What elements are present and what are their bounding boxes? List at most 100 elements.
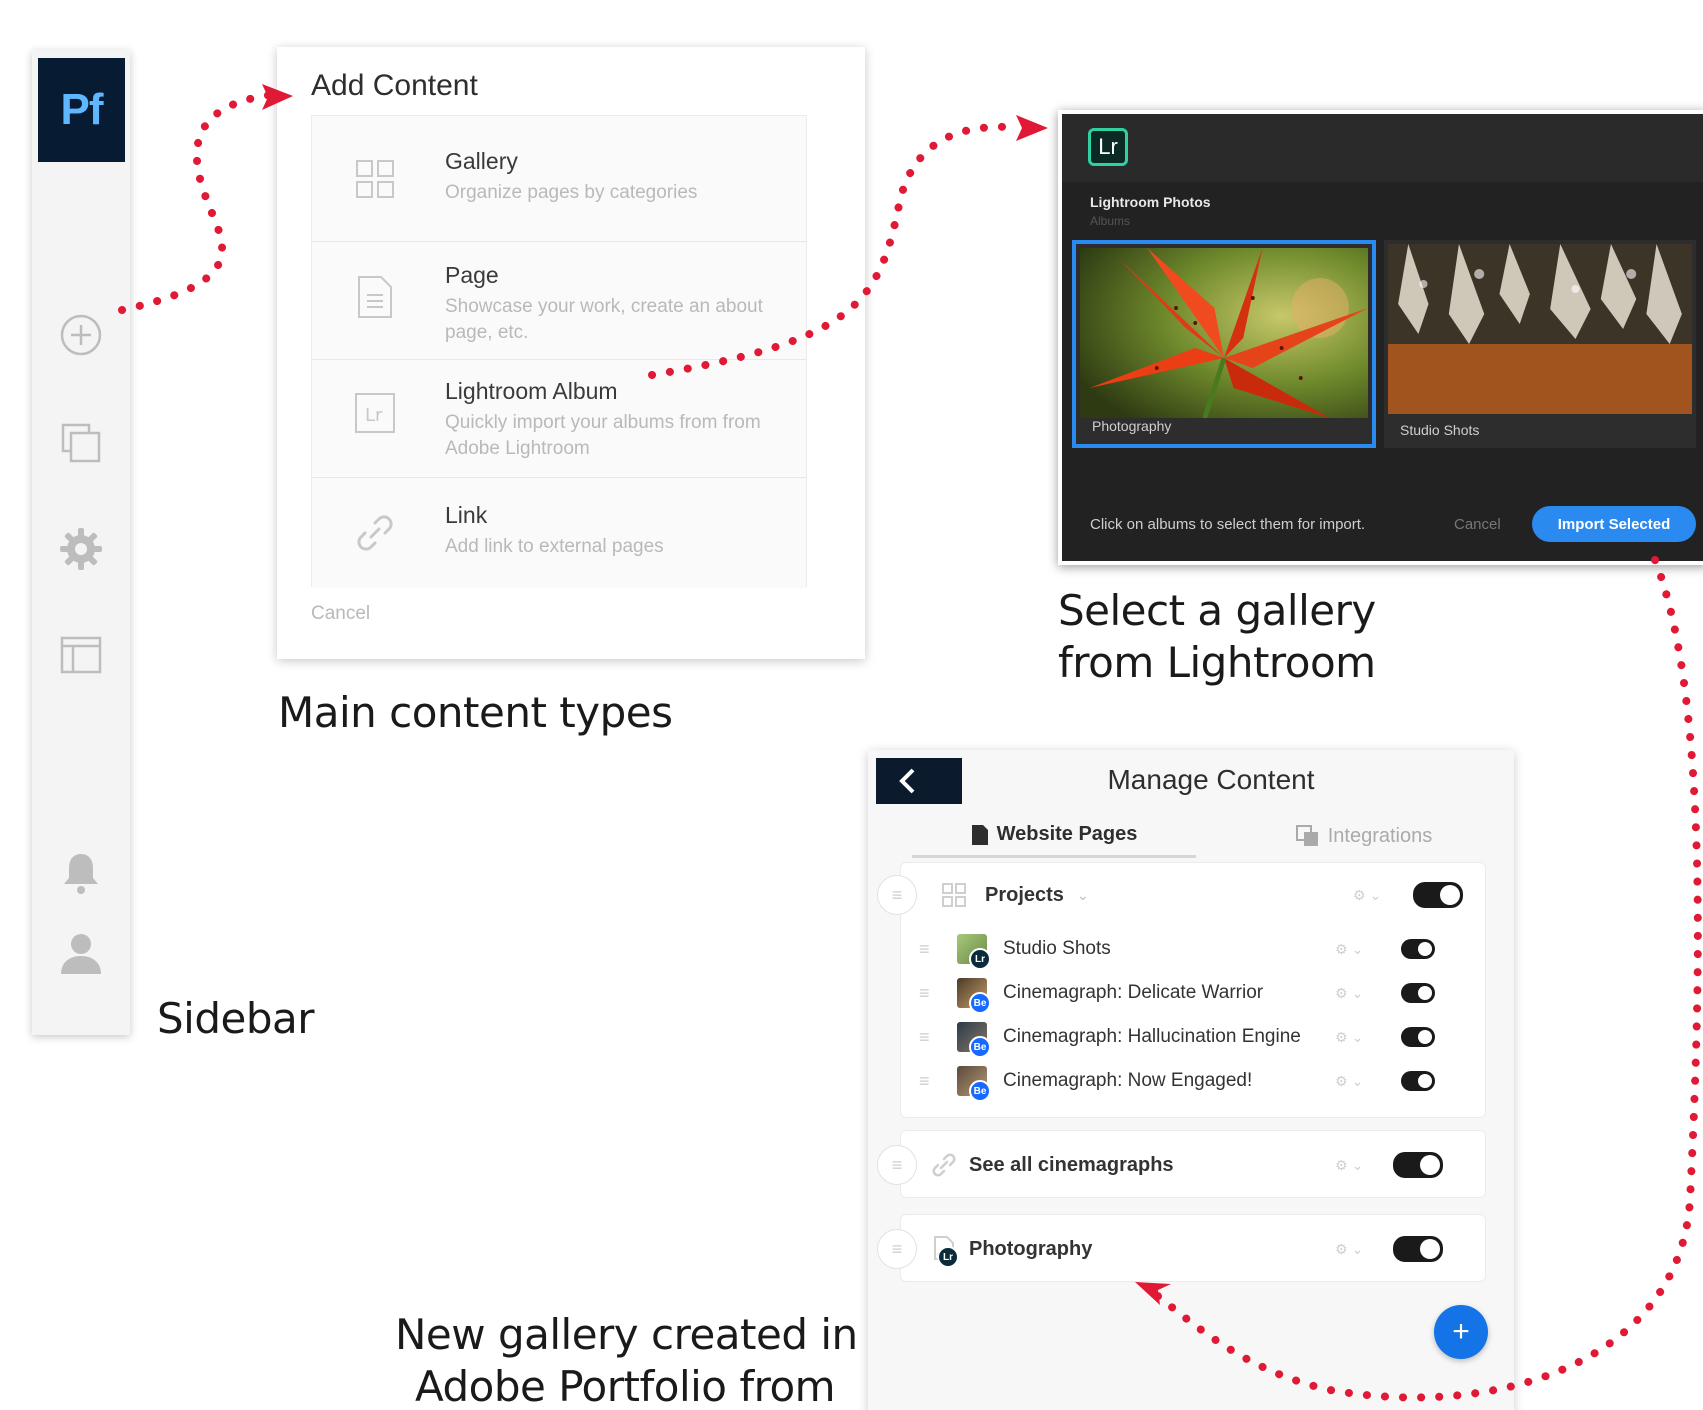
behance-badge-icon: Be: [969, 1036, 991, 1058]
behance-badge-icon: Be: [969, 1080, 991, 1102]
thumbnail: Lr: [957, 934, 991, 970]
row-label: See all cinemagraphs: [969, 1153, 1174, 1176]
chevron-down-icon[interactable]: ⌄: [1077, 887, 1089, 904]
cancel-button[interactable]: Cancel: [311, 603, 370, 625]
gear-icon[interactable]: ⚙ ⌄: [1335, 1157, 1363, 1174]
thumbnail: Be: [957, 1022, 991, 1058]
lightroom-badge-icon: Lr: [969, 948, 991, 970]
list-item[interactable]: ≡ Be Cinemagraph: Hallucination Engine ⚙…: [901, 1015, 1485, 1059]
add-button[interactable]: +: [1434, 1305, 1488, 1359]
list-item[interactable]: ≡ Be Cinemagraph: Now Engaged! ⚙ ⌄: [901, 1059, 1485, 1103]
caption-select-gallery-line1: Select a gallery: [1058, 586, 1376, 635]
portfolio-logo: Pf: [38, 58, 125, 162]
item-title: Link: [445, 502, 488, 528]
content-type-gallery[interactable]: Gallery Organize pages by categories: [312, 116, 806, 242]
item-title: Page: [445, 262, 499, 288]
lightroom-icon: Lr: [352, 390, 398, 436]
import-selected-button[interactable]: Import Selected: [1532, 506, 1696, 542]
gear-icon[interactable]: ⚙ ⌄: [1335, 985, 1363, 1002]
gear-icon[interactable]: ⚙ ⌄: [1335, 1241, 1363, 1258]
lightroom-title: Lightroom Photos: [1090, 194, 1211, 210]
visibility-toggle[interactable]: [1401, 1027, 1435, 1047]
item-title: Gallery: [445, 148, 518, 174]
gear-icon[interactable]: [58, 526, 104, 572]
add-content-dialog: Add Content Gallery Organize pages by ca…: [277, 47, 865, 659]
cancel-button[interactable]: Cancel: [1454, 516, 1501, 533]
content-type-link[interactable]: Link Add link to external pages: [312, 478, 806, 588]
visibility-toggle[interactable]: [1413, 882, 1463, 908]
drag-handle-icon[interactable]: ≡: [919, 939, 930, 960]
tab-label: Website Pages: [996, 823, 1138, 845]
drag-handle-icon[interactable]: ≡: [877, 875, 917, 915]
drag-handle-icon[interactable]: ≡: [919, 983, 930, 1004]
item-title: Lightroom Album: [445, 378, 618, 404]
item-desc: Quickly import your albums from from Ado…: [445, 412, 761, 459]
bell-icon[interactable]: [58, 850, 104, 896]
sidebar: Pf: [32, 50, 130, 1035]
visibility-toggle[interactable]: [1393, 1236, 1443, 1262]
grid-icon: [352, 156, 398, 202]
arrow-sidebar-to-add: [118, 91, 274, 314]
album-card-photography[interactable]: Photography: [1072, 240, 1376, 448]
grid-icon: [942, 883, 966, 907]
tab-integrations[interactable]: Integrations: [1224, 814, 1504, 858]
caption-sidebar: Sidebar: [157, 994, 315, 1043]
link-group: ≡ See all cinemagraphs ⚙ ⌄: [877, 1130, 1486, 1198]
gear-icon[interactable]: ⚙ ⌄: [1335, 1073, 1363, 1090]
page-icon: [971, 824, 988, 845]
lightroom-badge-icon: Lr: [937, 1246, 959, 1268]
gear-icon[interactable]: ⚙ ⌄: [1335, 941, 1363, 958]
album-thumbnail: [1388, 244, 1692, 414]
gear-icon[interactable]: ⚙ ⌄: [1335, 1029, 1363, 1046]
link-icon: [352, 510, 398, 556]
thumbnail: Be: [957, 1066, 991, 1102]
caption-main-content-types: Main content types: [278, 688, 673, 737]
visibility-toggle[interactable]: [1401, 939, 1435, 959]
manage-content-panel: Manage Content Website Pages Integration…: [868, 750, 1514, 1410]
link-row[interactable]: ≡ See all cinemagraphs ⚙ ⌄: [877, 1143, 1485, 1187]
user-icon[interactable]: [58, 930, 104, 976]
drag-handle-icon[interactable]: ≡: [877, 1145, 917, 1185]
item-desc: Organize pages by categories: [445, 182, 698, 203]
plus-circle-icon[interactable]: [58, 312, 104, 358]
import-hint: Click on albums to select them for impor…: [1090, 516, 1366, 533]
pages-icon[interactable]: [58, 420, 104, 466]
lightroom-header: Lr: [1062, 114, 1703, 182]
content-type-list: Gallery Organize pages by categories Pag…: [311, 115, 807, 588]
drag-handle-icon[interactable]: ≡: [877, 1229, 917, 1269]
list-item[interactable]: ≡ Be Cinemagraph: Delicate Warrior ⚙ ⌄: [901, 971, 1485, 1015]
tab-label: Integrations: [1327, 824, 1433, 847]
projects-row[interactable]: ≡ Projects ⌄ ⚙ ⌄: [877, 873, 1485, 917]
drag-handle-icon[interactable]: ≡: [919, 1027, 930, 1048]
album-thumbnail: [1080, 248, 1368, 418]
content-type-page[interactable]: Page Showcase your work, create an about…: [312, 242, 806, 360]
caption-new-gallery-line1: New gallery created in: [395, 1310, 858, 1359]
visibility-toggle[interactable]: [1401, 983, 1435, 1003]
layout-icon[interactable]: [58, 632, 104, 678]
link-icon: [932, 1153, 956, 1177]
photography-row[interactable]: ≡ Lr Photography ⚙ ⌄: [877, 1227, 1485, 1271]
album-label: Studio Shots: [1400, 422, 1480, 438]
visibility-toggle[interactable]: [1401, 1071, 1435, 1091]
behance-badge-icon: Be: [969, 992, 991, 1014]
lightroom-subtitle: Albums: [1090, 214, 1131, 228]
thumbnail: Be: [957, 978, 991, 1014]
drag-handle-icon[interactable]: ≡: [919, 1071, 930, 1092]
svg-text:Lr: Lr: [365, 405, 383, 426]
row-label: Cinemagraph: Delicate Warrior: [1003, 982, 1264, 1003]
dialog-title: Add Content: [311, 69, 478, 102]
lightroom-logo: Lr: [1088, 128, 1128, 166]
gear-icon[interactable]: ⚙ ⌄: [1353, 887, 1381, 904]
row-label: Cinemagraph: Hallucination Engine: [1003, 1026, 1301, 1047]
item-desc: Add link to external pages: [445, 536, 664, 557]
photography-group: ≡ Lr Photography ⚙ ⌄: [877, 1214, 1486, 1282]
visibility-toggle[interactable]: [1393, 1152, 1443, 1178]
item-desc: Showcase your work, create an about page…: [445, 296, 763, 343]
row-label: Photography: [969, 1237, 1093, 1260]
tab-website-pages[interactable]: Website Pages: [912, 814, 1196, 858]
album-card-studio-shots[interactable]: Studio Shots: [1384, 240, 1696, 448]
list-item[interactable]: ≡ Lr Studio Shots ⚙ ⌄: [901, 927, 1485, 971]
album-label: Photography: [1092, 418, 1172, 434]
page-icon: Lr: [933, 1236, 959, 1268]
content-type-lightroom-album[interactable]: Lr Lightroom Album Quickly import your a…: [312, 360, 806, 478]
